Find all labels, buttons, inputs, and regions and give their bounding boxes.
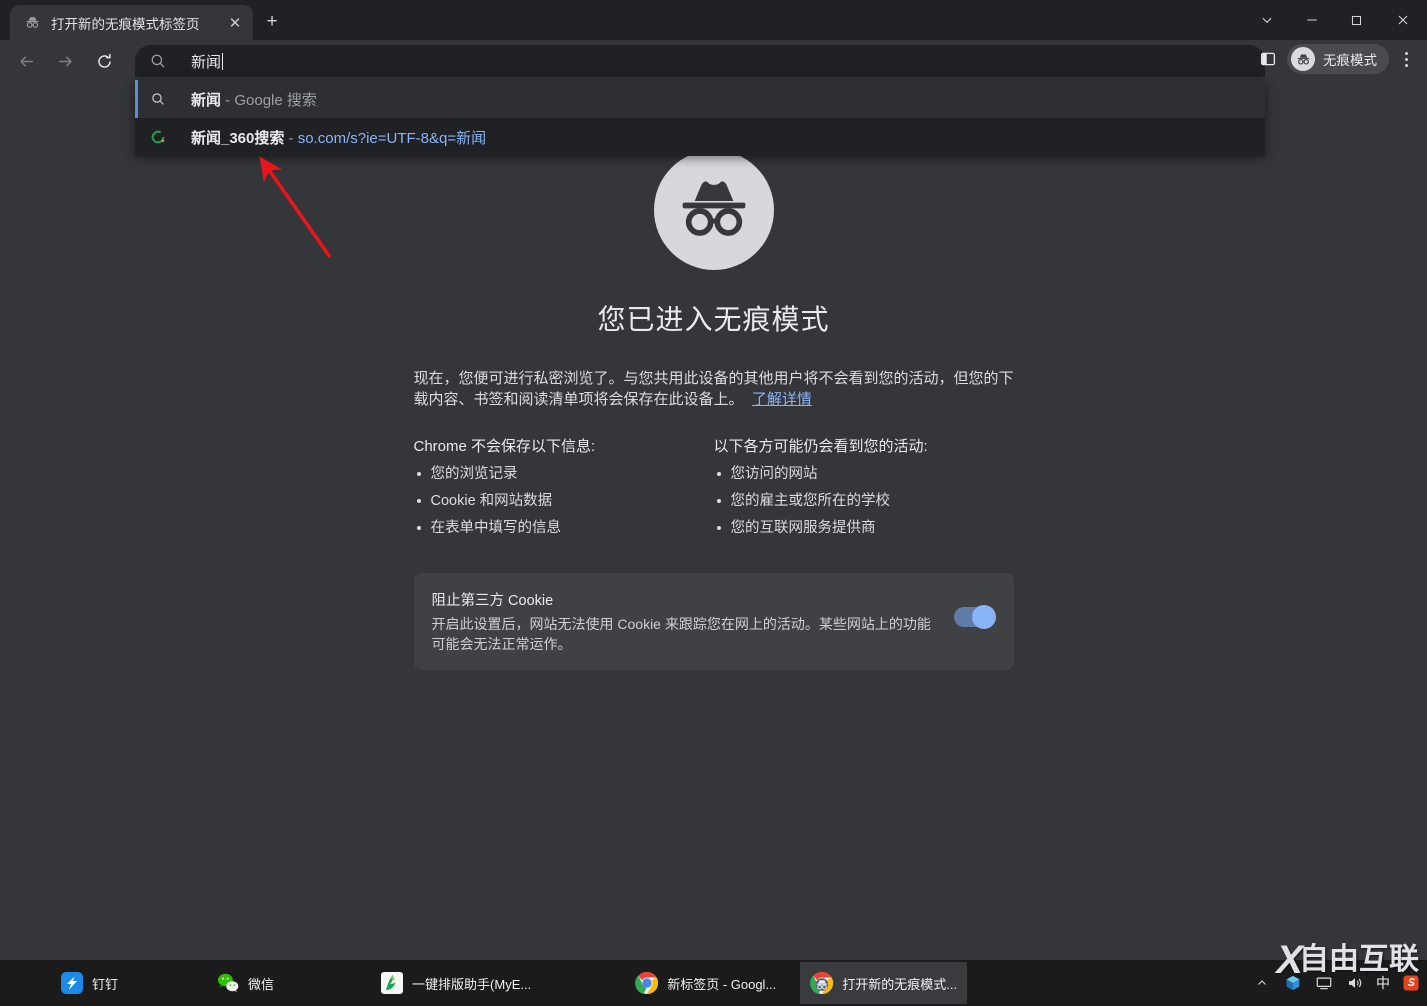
suggestion-url: so.com/s?ie=UTF-8&q=新闻 (297, 129, 487, 147)
chrome-menu-button[interactable] (1391, 44, 1421, 74)
back-button[interactable] (9, 44, 43, 78)
info-columns: Chrome 不会保存以下信息: 您的浏览记录 Cookie 和网站数据 在表单… (414, 435, 1014, 545)
kebab-dot (1404, 63, 1408, 67)
search-icon (149, 52, 167, 70)
close-icon[interactable] (1379, 0, 1427, 40)
incognito-profile-button[interactable]: 无痕模式 (1287, 44, 1389, 74)
text-caret (222, 52, 224, 70)
toolbar-right-actions: 无痕模式 (1253, 44, 1421, 74)
learn-more-link[interactable]: 了解详情 (752, 391, 812, 408)
column-may-see: 以下各方可能仍会看到您的活动: 您访问的网站 您的雇主或您所在的学校 您的互联网… (714, 435, 1014, 545)
cookie-card-title: 阻止第三方 Cookie (431, 593, 554, 609)
suggestion-main: 新闻 (191, 91, 222, 109)
cookie-card-text: 阻止第三方 Cookie 开启此设置后，网站无法使用 Cookie 来跟踪您在网… (432, 589, 936, 654)
dingtalk-icon (60, 971, 84, 995)
chevron-down-icon[interactable] (1244, 0, 1289, 40)
page-content: 您已进入无痕模式 现在，您便可进行私密浏览了。与您共用此设备的其他用户将不会看到… (0, 82, 1427, 960)
incognito-label: 无痕模式 (1323, 53, 1377, 68)
third-party-cookie-card: 阻止第三方 Cookie 开启此设置后，网站无法使用 Cookie 来跟踪您在网… (413, 573, 1014, 670)
column-list: 您访问的网站 您的雇主或您所在的学校 您的互联网服务提供商 (714, 464, 1014, 538)
chrome-icon (635, 971, 659, 995)
wechat-icon (216, 971, 240, 995)
list-item: 在表单中填写的信息 (414, 518, 714, 538)
list-item: Cookie 和网站数据 (414, 491, 714, 511)
show-hidden-icons-button[interactable] (1252, 973, 1272, 993)
taskbar-item-wechat[interactable]: 微信 (206, 962, 284, 1004)
taskbar-label: 新标签页 - Googl... (667, 976, 777, 992)
suggestion-separator: - (284, 129, 298, 147)
toggle-knob (971, 605, 996, 629)
list-item: 您的互联网服务提供商 (714, 518, 1014, 538)
ime-chinese-icon[interactable]: 中 (1376, 973, 1390, 993)
incognito-avatar-icon (1291, 47, 1315, 71)
windows-taskbar: 钉钉 微信 一键排版助手(MyE... 新标签页 - Googl... 打开新的… (0, 960, 1427, 1006)
network-icon[interactable] (1314, 973, 1334, 993)
incognito-hat-icon (653, 150, 774, 270)
address-bar[interactable]: 新闻 (135, 45, 1265, 77)
suggestion-text: 新闻_360搜索 - so.com/s?ie=UTF-8&q=新闻 (191, 127, 486, 148)
window-controls (1244, 0, 1427, 40)
chrome-incognito-icon (810, 971, 834, 995)
minimize-icon[interactable] (1289, 0, 1334, 40)
taskbar-label: 打开新的无痕模式... (842, 976, 958, 992)
list-item: 您的雇主或您所在的学校 (714, 491, 1014, 511)
taskbar-label: 一键排版助手(MyE... (412, 976, 532, 992)
volume-icon[interactable] (1345, 973, 1365, 993)
incognito-favicon-icon (24, 14, 41, 31)
suggestion-row[interactable]: 新闻 - Google 搜索 (135, 80, 1265, 118)
sogou-icon[interactable] (1401, 973, 1421, 993)
taskbar-label: 微信 (248, 976, 275, 992)
incognito-ntp: 您已进入无痕模式 现在，您便可进行私密浏览了。与您共用此设备的其他用户将不会看到… (413, 150, 1014, 670)
taskbar-item-paiban[interactable]: 一键排版助手(MyE... (370, 962, 541, 1004)
tab-strip: 打开新的无痕模式标签页 ✕ + (0, 0, 1427, 40)
suggestion-main: 新闻_360搜索 (191, 129, 285, 147)
tab-title: 打开新的无痕模式标签页 (51, 16, 200, 32)
intro-paragraph: 现在，您便可进行私密浏览了。与您共用此设备的其他用户将不会看到您的活动，但您的下… (414, 368, 1014, 410)
cookie-card-description: 开启此设置后，网站无法使用 Cookie 来跟踪您在网上的活动。某些网站上的功能… (431, 616, 931, 652)
suggestion-row[interactable]: 新闻_360搜索 - so.com/s?ie=UTF-8&q=新闻 (135, 118, 1265, 156)
address-bar-input[interactable]: 新闻 (191, 51, 224, 72)
intro-text: 现在，您便可进行私密浏览了。与您共用此设备的其他用户将不会看到您的活动，但您的下… (413, 370, 1014, 408)
suggestion-text: 新闻 - Google 搜索 (191, 89, 317, 110)
taskbar-item-chrome-incognito[interactable]: 打开新的无痕模式... (800, 962, 968, 1004)
kebab-dot (1404, 57, 1408, 61)
suggestion-separator: - (221, 91, 235, 109)
column-heading: Chrome 不会保存以下信息: (413, 438, 596, 455)
address-bar-value: 新闻 (191, 53, 222, 71)
omnibox-suggestions: 新闻 - Google 搜索 新闻_360搜索 - so.com/s?ie=UT… (135, 80, 1265, 156)
column-not-saved: Chrome 不会保存以下信息: 您的浏览记录 Cookie 和网站数据 在表单… (414, 435, 714, 545)
forward-button[interactable] (48, 44, 82, 78)
browser-window: 打开新的无痕模式标签页 ✕ + 新闻 无痕模式 您已进入无痕模式 现在，您便可进… (0, 0, 1427, 1006)
page-title: 您已进入无痕模式 (597, 304, 830, 335)
reload-button[interactable] (87, 44, 121, 78)
tab-close-icon[interactable]: ✕ (225, 13, 245, 33)
browser-tab[interactable]: 打开新的无痕模式标签页 ✕ (10, 5, 253, 40)
taskbar-label: 钉钉 (92, 976, 119, 992)
taskbar-item-chrome-newtab[interactable]: 新标签页 - Googl... (625, 962, 786, 1004)
taskbar-item-dingtalk[interactable]: 钉钉 (50, 962, 128, 1004)
column-list: 您的浏览记录 Cookie 和网站数据 在表单中填写的信息 (414, 464, 714, 538)
paiban-icon (380, 971, 404, 995)
system-tray: 中 (1252, 973, 1427, 993)
block-third-party-cookies-toggle[interactable] (953, 605, 996, 629)
kebab-dot (1404, 51, 1408, 55)
new-tab-button[interactable]: + (258, 8, 286, 36)
search-icon (149, 90, 167, 108)
onedrive-box-icon[interactable] (1283, 973, 1303, 993)
suggestion-description: Google 搜索 (234, 91, 317, 109)
so360-icon (149, 128, 167, 146)
list-item: 您的浏览记录 (414, 464, 714, 484)
list-item: 您访问的网站 (714, 464, 1014, 484)
maximize-icon[interactable] (1334, 0, 1379, 40)
side-panel-icon[interactable] (1253, 44, 1283, 74)
column-heading: 以下各方可能仍会看到您的活动: (713, 438, 928, 455)
